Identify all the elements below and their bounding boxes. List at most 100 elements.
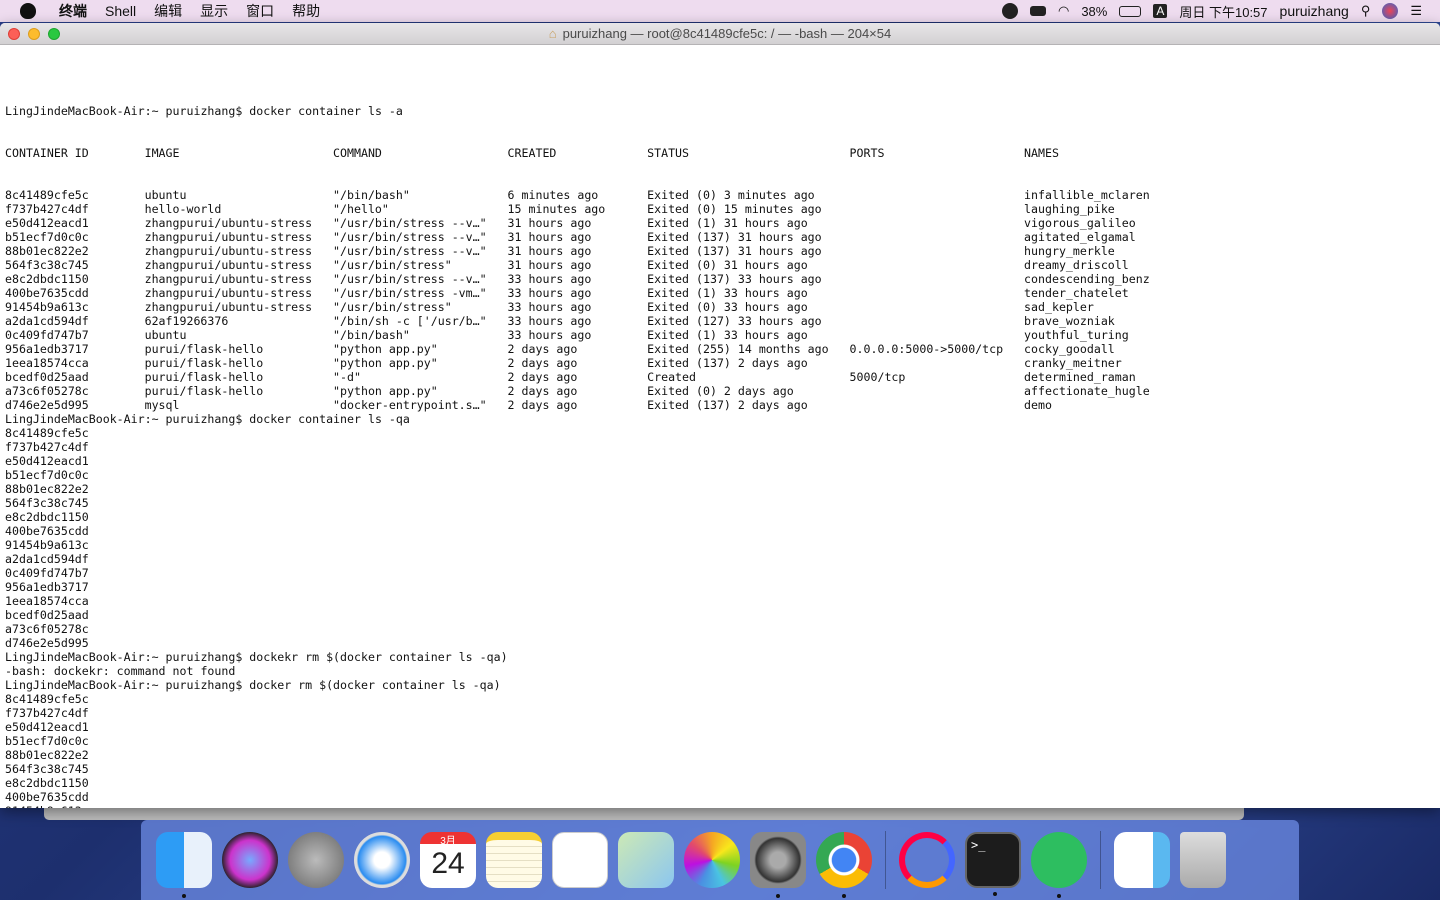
cell-created: 2 days ago: [507, 370, 578, 384]
cell-ports: [850, 188, 1025, 202]
menu-edit[interactable]: 编辑: [145, 1, 191, 21]
table-row: 564f3c38c745 zhangpurui/ubuntu-stress "/us…: [5, 258, 1440, 272]
input-source[interactable]: A: [1153, 4, 1168, 18]
prompt-line: LingJindeMacBook-Air:~ puruizhang$ docke…: [5, 678, 501, 692]
cell-ports: 5000/tcp: [849, 370, 906, 384]
cell-status: Exited (1) 33 hours ago: [647, 328, 808, 342]
cell-command: "python app.py": [333, 342, 438, 356]
cell-created: 2 days ago: [507, 398, 578, 412]
cell-status: Exited (137) 31 hours ago: [647, 230, 822, 244]
container-id-line: a2da1cd594df: [5, 552, 89, 566]
cell-names: sad_kepler: [1024, 300, 1094, 314]
cell-created: 31 hours ago: [507, 258, 592, 272]
clock[interactable]: 周日 下午10:57: [1179, 2, 1267, 21]
close-button[interactable]: [8, 28, 20, 40]
evernote-status-icon[interactable]: [1001, 3, 1018, 19]
siri-icon[interactable]: [1382, 3, 1399, 19]
cell-ports: [850, 258, 1025, 272]
cell-ports: [850, 244, 1025, 258]
evernote-icon[interactable]: [1031, 832, 1087, 898]
terminal-icon[interactable]: >_: [965, 832, 1021, 896]
cell-ports: [850, 328, 1025, 342]
menu-window[interactable]: 窗口: [237, 1, 283, 21]
calendar-icon[interactable]: 3月 24: [420, 832, 476, 888]
cell-created: 31 hours ago: [507, 230, 592, 244]
cell-names: condescending_benz: [1024, 272, 1150, 286]
cell-image: zhangpurui/ubuntu-stress: [144, 244, 313, 258]
terminal-output[interactable]: LingJindeMacBook-Air:~ puruizhang$ docke…: [0, 45, 1440, 808]
menu-shell[interactable]: Shell: [96, 3, 145, 19]
removed-id-line: 91454b9a613c: [5, 804, 1440, 808]
cell-ports: 0.0.0.0:5000->5000/tcp: [849, 342, 1004, 356]
cell-names: demo: [1024, 398, 1052, 412]
removed-list: 8c41489cfe5c f737b427c4df e50d412eacd1 b51e…: [5, 692, 1440, 808]
maps-icon[interactable]: [618, 832, 674, 888]
cell-status: Exited (137) 31 hours ago: [647, 244, 822, 258]
cell-command: "/usr/bin/stress --v…": [333, 230, 487, 244]
menu-help[interactable]: 帮助: [283, 1, 329, 21]
cell-created: 15 minutes ago: [507, 202, 606, 216]
cell-ports: [850, 202, 1025, 216]
photos-icon[interactable]: [684, 832, 740, 888]
table-row: b51ecf7d0c0c zhangpurui/ubuntu-stress "/us…: [5, 230, 1440, 244]
table-row: 8c41489cfe5c ubuntu "/bin/bash" 6 minutes a…: [5, 188, 1440, 202]
launchpad-icon[interactable]: [288, 832, 344, 888]
menu-bar: 终端 Shell 编辑 显示 窗口 帮助 ◠ 38% A 周日 下午10:57 …: [0, 0, 1440, 22]
cell-status: Exited (0) 15 minutes ago: [647, 202, 822, 216]
cell-ports: [850, 398, 1025, 412]
cell-created: 31 hours ago: [507, 244, 592, 258]
cell-image: ubuntu: [144, 188, 187, 202]
cell-names: youthful_turing: [1024, 328, 1129, 342]
battery-icon[interactable]: [1119, 5, 1142, 17]
app-icon[interactable]: [899, 832, 955, 888]
minimize-button[interactable]: [28, 28, 40, 40]
cell-ports: [850, 314, 1025, 328]
cell-created: 33 hours ago: [507, 314, 592, 328]
chrome-icon[interactable]: [816, 832, 872, 898]
cell-image: ubuntu: [144, 328, 187, 342]
siri-icon[interactable]: [222, 832, 278, 888]
cell-command: "/usr/bin/stress --v…": [333, 272, 487, 286]
container-id-line: 91454b9a613c: [5, 538, 89, 552]
cell-command: "python app.py": [333, 384, 438, 398]
cell-status: Exited (1) 33 hours ago: [647, 286, 808, 300]
user-name[interactable]: puruizhang: [1280, 3, 1349, 19]
cell-container-id: 564f3c38c745: [5, 258, 89, 272]
cell-ports: [850, 286, 1025, 300]
wifi-icon[interactable]: ◠: [1058, 3, 1069, 19]
cell-created: 2 days ago: [507, 356, 578, 370]
table-row: bcedf0d25aad purui/flask-hello "-d" 2 days …: [5, 370, 1440, 384]
cell-image: zhangpurui/ubuntu-stress: [144, 216, 313, 230]
notes-icon[interactable]: [486, 832, 542, 888]
cell-container-id: 8c41489cfe5c: [5, 188, 89, 202]
removed-id-line: f737b427c4df: [5, 706, 89, 720]
zoom-button[interactable]: [48, 28, 60, 40]
safari-icon[interactable]: [354, 832, 410, 888]
finder-icon[interactable]: [156, 832, 212, 898]
cell-image: purui/flask-hello: [144, 342, 264, 356]
table-row: 1eea18574cca purui/flask-hello "python app…: [5, 356, 1440, 370]
cell-status: Created: [647, 370, 697, 384]
reminders-icon[interactable]: [552, 832, 608, 888]
cell-status: Exited (0) 31 hours ago: [647, 258, 808, 272]
docker-status-icon[interactable]: [1029, 6, 1046, 16]
cell-ports: [850, 300, 1025, 314]
removed-id-line: e50d412eacd1: [5, 720, 89, 734]
notification-center-icon[interactable]: ☰: [1410, 3, 1422, 19]
menu-view[interactable]: 显示: [191, 1, 237, 21]
prompt-line: LingJindeMacBook-Air:~ puruizhang$ docke…: [5, 412, 410, 426]
cell-names: hungry_merkle: [1024, 244, 1115, 258]
spotlight-icon[interactable]: ⚲: [1361, 3, 1371, 19]
trash-icon[interactable]: [1180, 832, 1226, 888]
title-bar: ⌂ puruizhang — root@8c41489cfe5c: / — -b…: [0, 23, 1440, 45]
system-preferences-icon[interactable]: [750, 832, 806, 898]
container-id-line: a73c6f05278c: [5, 622, 89, 636]
cell-names: dreamy_driscoll: [1024, 258, 1129, 272]
container-id-line: e8c2dbdc1150: [5, 510, 89, 524]
menu-app[interactable]: 终端: [50, 1, 96, 21]
apple-icon[interactable]: [20, 3, 36, 19]
cell-image: zhangpurui/ubuntu-stress: [144, 300, 313, 314]
downloads-stack-icon[interactable]: [1114, 832, 1170, 888]
table-header: CONTAINER ID IMAGE COMMAND CREATED STATU…: [5, 146, 1440, 160]
cell-container-id: a2da1cd594df: [5, 314, 89, 328]
